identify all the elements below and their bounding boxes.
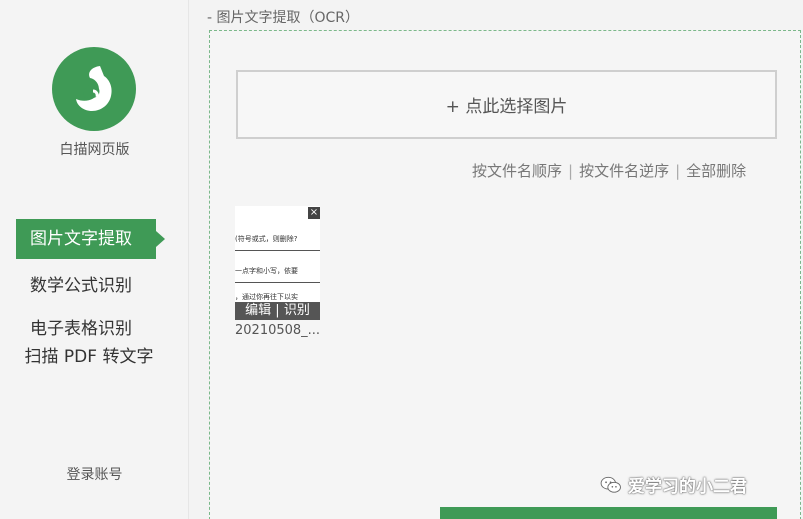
- file-name: 20210508_...: [235, 323, 321, 338]
- recognize-button[interactable]: 识别: [284, 303, 310, 318]
- thumbnail-text-line: (符号或式，则删除?: [235, 235, 298, 243]
- thumbnail-rule: [235, 250, 320, 251]
- squirrel-logo-icon: [76, 66, 112, 111]
- sort-toolbar: 按文件名顺序 | 按文件名逆序 | 全部删除: [472, 160, 746, 181]
- thumbnail-text-line: ，通过你再往下以实: [235, 293, 298, 301]
- nav-item-pdf-to-text[interactable]: 扫描 PDF 转文字: [24, 346, 154, 368]
- section-title: - 图片文字提取（OCR）: [207, 10, 360, 26]
- edit-button[interactable]: 编辑: [245, 303, 271, 318]
- nav-item-spreadsheet[interactable]: 电子表格识别: [30, 314, 132, 339]
- sort-desc-link[interactable]: 按文件名逆序: [579, 162, 669, 180]
- separator: |: [675, 162, 681, 180]
- close-icon[interactable]: ×: [308, 207, 320, 219]
- app-logo: [52, 47, 136, 131]
- wechat-icon: [600, 476, 621, 493]
- separator: |: [275, 303, 280, 318]
- watermark-text: 爱学习的小二君: [628, 477, 747, 497]
- watermark: 爱学习的小二君: [600, 472, 747, 497]
- select-image-button[interactable]: + 点此选择图片: [236, 70, 777, 139]
- app-name: 白描网页版: [59, 142, 130, 158]
- nav-item-image-ocr[interactable]: 图片文字提取: [16, 219, 165, 259]
- sidebar: 白描网页版 图片文字提取 数学公式识别 电子表格识别 扫描 PDF 转文字 登录…: [0, 0, 189, 519]
- thumbnail-actions: 编辑 | 识别: [235, 302, 320, 320]
- thumbnail-rule: [235, 282, 320, 283]
- thumbnail-text-line: 一点字和小写，依要: [235, 267, 298, 275]
- login-link[interactable]: 登录账号: [0, 464, 189, 484]
- separator: |: [568, 162, 574, 180]
- delete-all-link[interactable]: 全部删除: [686, 162, 746, 180]
- nav-item-math-formula[interactable]: 数学公式识别: [30, 271, 132, 296]
- sort-asc-link[interactable]: 按文件名顺序: [472, 162, 562, 180]
- start-recognition-button[interactable]: [440, 507, 777, 519]
